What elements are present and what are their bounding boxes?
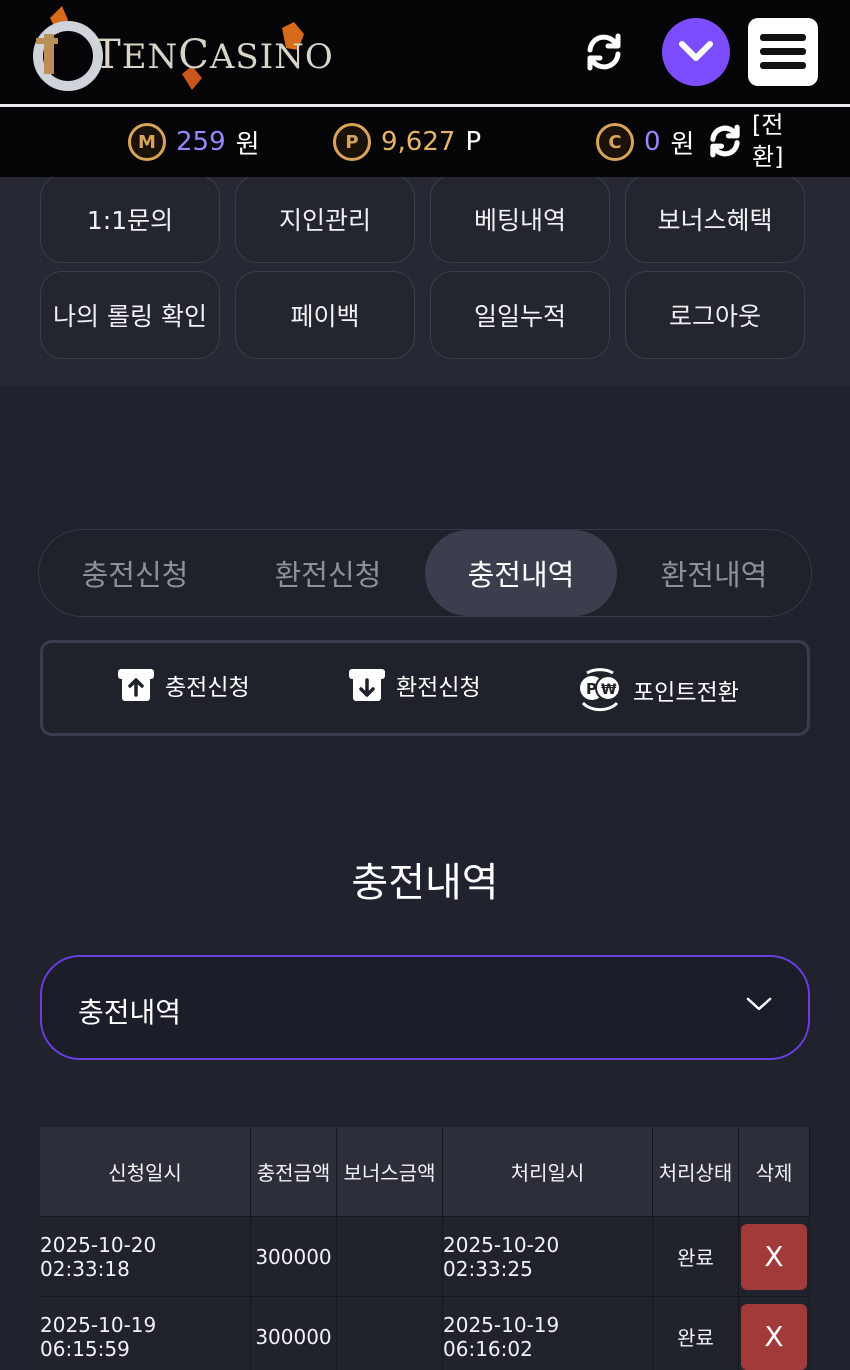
- balance-bar: M 259 원 P 9,627 P C 0 원 [전환]: [0, 107, 850, 177]
- history-type-select[interactable]: 충전내역: [40, 955, 810, 1060]
- refresh-icon: [710, 124, 740, 158]
- user-dropdown-button[interactable]: [662, 18, 730, 86]
- casino-unit: 원: [670, 129, 695, 160]
- page-title: 충전내역: [351, 860, 499, 906]
- tab-withdraw-history[interactable]: 환전내역: [618, 530, 810, 616]
- cell-bonus: [337, 1217, 443, 1297]
- chevron-down-icon: [746, 997, 772, 1011]
- casino-coin-icon: C: [596, 123, 634, 161]
- transaction-tabs: 충전신청 환전신청 충전내역 환전내역: [38, 529, 812, 617]
- refresh-button[interactable]: [580, 28, 628, 76]
- header-request-time: 신청일시: [40, 1127, 251, 1217]
- convert-button[interactable]: [전환]: [706, 109, 792, 173]
- quick-actions: 충전신청 환전신청 P ₩ 포인트전환: [40, 640, 810, 736]
- point-convert-icon: P ₩: [580, 668, 621, 712]
- refresh-icon: [587, 33, 621, 71]
- menu-payback[interactable]: 페이백: [235, 271, 415, 359]
- menu-rolling[interactable]: 나의 롤링 확인: [40, 271, 220, 359]
- header-status: 처리상태: [653, 1127, 739, 1217]
- logo-text: TENCASINO: [94, 32, 334, 78]
- point-value: 9,627: [381, 127, 456, 157]
- deposit-request-label: 충전신청: [165, 675, 250, 701]
- point-convert-link[interactable]: P ₩ 포인트전환: [577, 667, 739, 713]
- menu-betting-history[interactable]: 베팅내역: [430, 177, 610, 263]
- withdraw-request-link[interactable]: 환전신청: [348, 667, 481, 703]
- casino-value: 0: [644, 127, 661, 157]
- table-row: 2025-10-19 06:15:59 300000 2025-10-19 06…: [40, 1297, 810, 1370]
- menu-logout[interactable]: 로그아웃: [625, 271, 805, 359]
- top-header: TENCASINO: [0, 0, 850, 104]
- cell-delete: X: [739, 1217, 810, 1297]
- chevron-down-icon: [679, 41, 713, 61]
- menu-referral[interactable]: 지인관리: [235, 177, 415, 263]
- cell-process-time: 2025-10-19 06:16:02: [443, 1297, 653, 1370]
- withdraw-request-label: 환전신청: [396, 675, 481, 701]
- header-process-time: 처리일시: [443, 1127, 653, 1217]
- money-coin-icon: M: [128, 123, 166, 161]
- casino-balance: C 0 원: [596, 123, 694, 161]
- tab-deposit-request[interactable]: 충전신청: [39, 530, 231, 616]
- header-bonus: 보너스금액: [337, 1127, 443, 1217]
- mypage-menu: 1:1문의 지인관리 베팅내역 보너스혜택 나의 롤링 확인 페이백 일일누적 …: [0, 177, 850, 387]
- point-unit: P: [465, 127, 482, 157]
- delete-button[interactable]: X: [741, 1223, 807, 1290]
- cell-status: 완료: [653, 1217, 739, 1297]
- withdraw-icon: [349, 669, 385, 701]
- table-row: 2025-10-20 02:33:18 300000 2025-10-20 02…: [40, 1217, 810, 1297]
- point-convert-label: 포인트전환: [633, 680, 739, 706]
- tab-deposit-history[interactable]: 충전내역: [425, 530, 617, 616]
- deposit-request-link[interactable]: 충전신청: [117, 667, 250, 703]
- select-value: 충전내역: [78, 996, 182, 1029]
- money-unit: 원: [235, 129, 260, 160]
- table-header: 신청일시 충전금액 보너스금액 처리일시 처리상태 삭제: [40, 1127, 810, 1217]
- cell-request-time: 2025-10-20 02:33:18: [40, 1217, 251, 1297]
- header-delete: 삭제: [739, 1127, 810, 1217]
- point-coin-icon: P: [333, 123, 371, 161]
- delete-button[interactable]: X: [741, 1303, 807, 1370]
- cell-amount: 300000: [251, 1297, 337, 1370]
- svg-text:P: P: [586, 680, 597, 698]
- cell-status: 완료: [653, 1297, 739, 1370]
- header-amount: 충전금액: [251, 1127, 337, 1217]
- hamburger-menu-button[interactable]: [748, 18, 818, 86]
- menu-inquiry[interactable]: 1:1문의: [40, 177, 220, 263]
- cell-delete: X: [739, 1297, 810, 1370]
- menu-daily[interactable]: 일일누적: [430, 271, 610, 359]
- cell-process-time: 2025-10-20 02:33:25: [443, 1217, 653, 1297]
- cell-bonus: [337, 1297, 443, 1370]
- cell-amount: 300000: [251, 1217, 337, 1297]
- tab-withdraw-request[interactable]: 환전신청: [232, 530, 424, 616]
- site-logo[interactable]: TENCASINO: [32, 4, 352, 100]
- deposit-icon: [118, 669, 154, 701]
- cell-request-time: 2025-10-19 06:15:59: [40, 1297, 251, 1370]
- svg-text:₩: ₩: [601, 682, 617, 698]
- convert-label: [전환]: [752, 111, 784, 171]
- point-balance: P 9,627 P: [333, 123, 481, 161]
- money-value: 259: [176, 127, 226, 157]
- menu-bonus[interactable]: 보너스혜택: [625, 177, 805, 263]
- money-balance: M 259 원: [128, 123, 260, 161]
- hamburger-icon: [760, 34, 806, 69]
